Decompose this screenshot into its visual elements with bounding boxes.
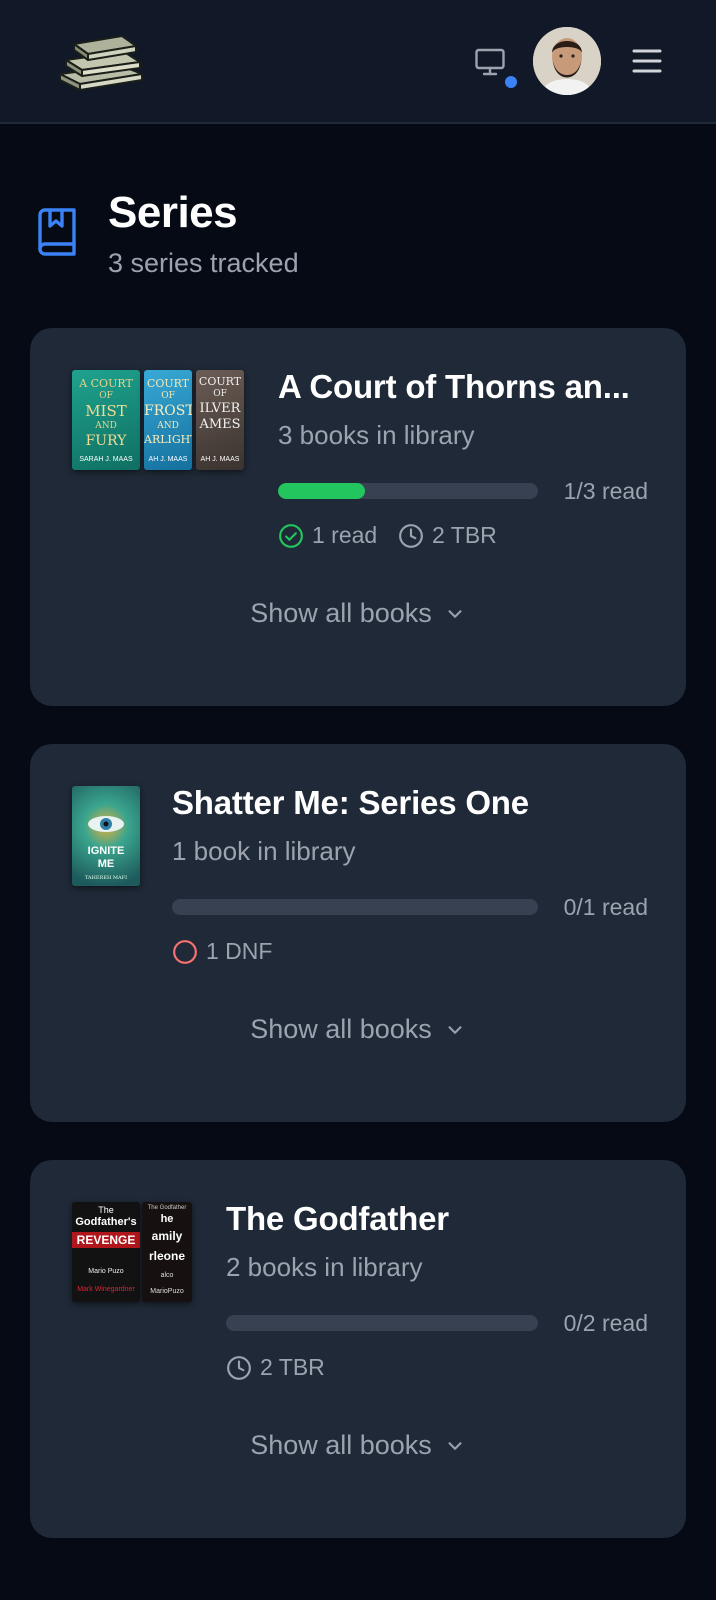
page-subtitle: 3 series tracked [108, 248, 299, 278]
stat-read: 1 read [278, 522, 377, 549]
series-progress-bar [226, 1315, 538, 1331]
stat-label: 2 TBR [432, 522, 497, 548]
series-progress-bar [278, 483, 538, 499]
notification-dot [505, 76, 517, 88]
show-all-label: Show all books [250, 1014, 432, 1044]
stat-dnf: 1 DNF [172, 938, 272, 965]
circle-icon [173, 939, 197, 964]
series-book-count: 2 books in library [226, 1252, 423, 1282]
chevron-down-icon [448, 1025, 462, 1034]
clock-icon [399, 523, 423, 548]
series-title[interactable]: Shatter Me: Series One [172, 784, 652, 822]
monitor-icon[interactable] [472, 44, 508, 80]
hamburger-menu-icon[interactable] [630, 46, 664, 76]
show-all-label: Show all books [250, 1430, 432, 1460]
series-card: A COURT OF MIST AND FURY SARAH J. MAAS C… [30, 328, 686, 706]
series-card: IGNITE ME TAHEREH MAFI Shatter Me: Serie… [30, 744, 686, 1122]
check-circle-icon [279, 523, 303, 548]
stat-label: 2 TBR [260, 1354, 325, 1380]
books-stack-logo-icon[interactable] [52, 30, 148, 92]
book-cover[interactable]: The Godfather's REVENGE Mario Puzo Mark … [72, 1202, 140, 1302]
book-cover[interactable]: COURT OF ILVER AMES AH J. MAAS [196, 370, 244, 470]
book-bookmark-icon [36, 207, 78, 259]
stat-label: 1 DNF [206, 938, 273, 964]
user-avatar[interactable] [533, 27, 601, 95]
book-cover[interactable]: COURT OF FROST AND ARLIGHT AH J. MAAS [144, 370, 192, 470]
series-card: The Godfather's REVENGE Mario Puzo Mark … [30, 1160, 686, 1538]
series-progress-bar [172, 899, 538, 915]
series-title[interactable]: The Godfather [226, 1200, 656, 1238]
series-title[interactable]: A Court of Thorns an... [278, 368, 658, 406]
series-book-count: 1 book in library [172, 836, 356, 866]
show-all-books-button[interactable]: Show all books [30, 1014, 686, 1045]
stat-tbr: 2 TBR [226, 1354, 325, 1381]
stat-tbr: 2 TBR [398, 522, 497, 549]
chevron-down-icon [448, 1441, 462, 1450]
series-progress-label: 1/3 read [563, 478, 648, 504]
show-all-books-button[interactable]: Show all books [30, 598, 686, 629]
book-cover[interactable]: A COURT OF MIST AND FURY SARAH J. MAAS [72, 370, 140, 470]
stat-label: 1 read [312, 522, 378, 548]
book-cover[interactable]: IGNITE ME TAHEREH MAFI [72, 786, 140, 886]
top-nav-bar [0, 0, 716, 124]
series-book-count: 3 books in library [278, 420, 475, 450]
clock-icon [227, 1355, 251, 1380]
page-title: Series [108, 188, 238, 237]
series-progress-label: 0/1 read [563, 894, 648, 920]
series-progress-label: 0/2 read [563, 1310, 648, 1336]
show-all-label: Show all books [250, 598, 432, 628]
book-cover[interactable]: The Godfather he amily rleone alco Mario… [142, 1202, 192, 1302]
show-all-books-button[interactable]: Show all books [30, 1430, 686, 1461]
series-progress-fill [278, 483, 365, 499]
chevron-down-icon [448, 609, 462, 618]
